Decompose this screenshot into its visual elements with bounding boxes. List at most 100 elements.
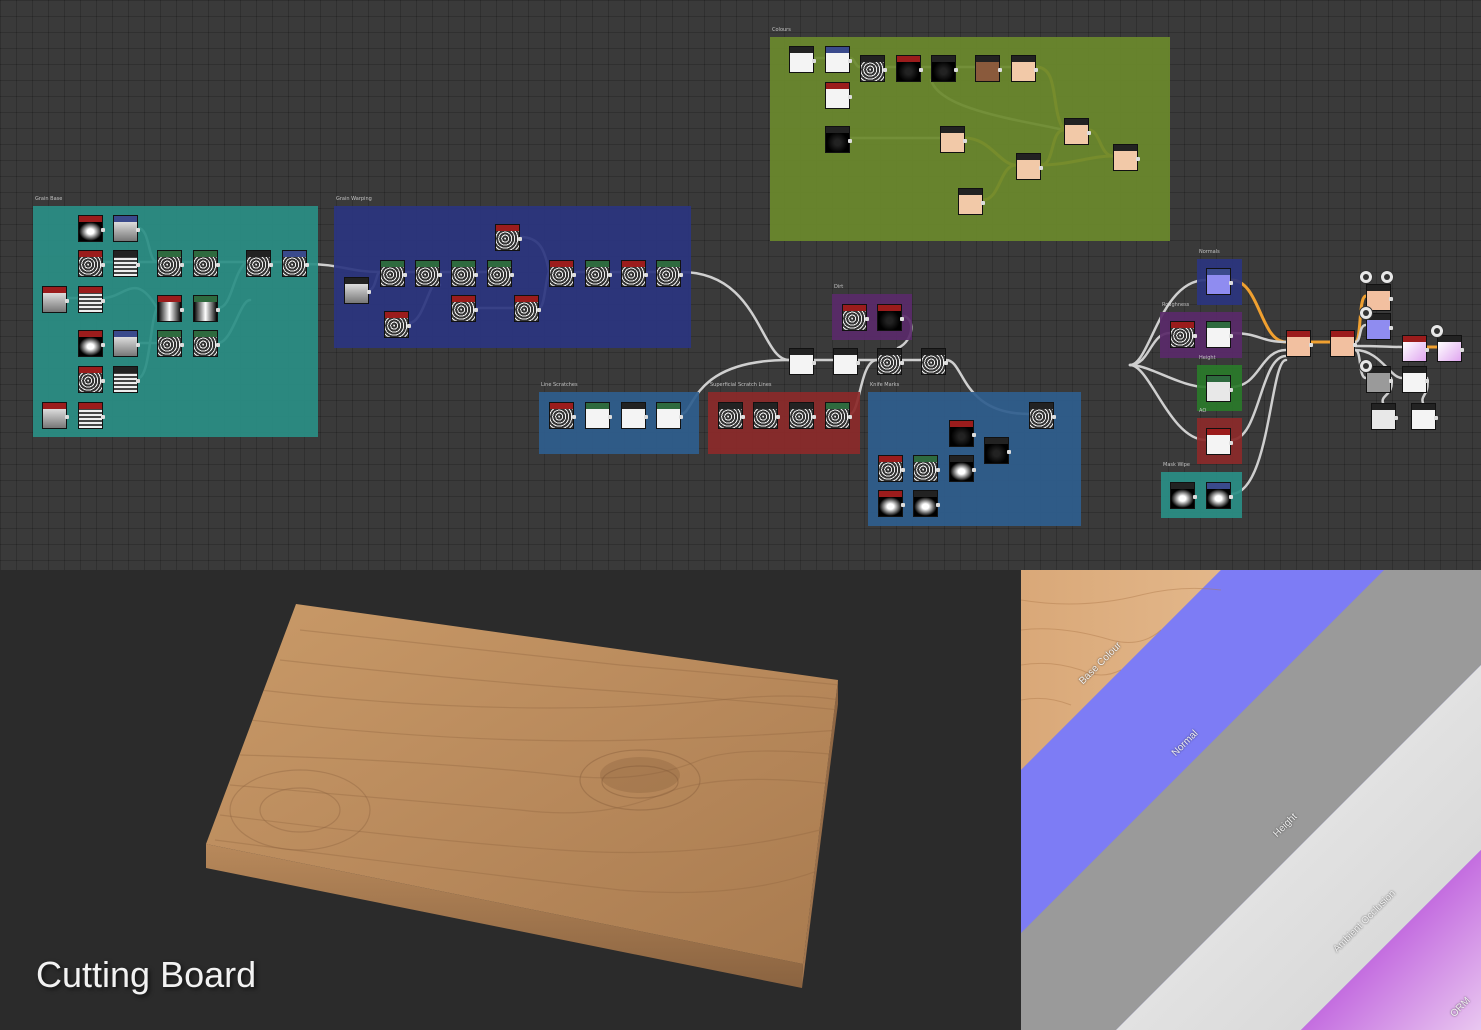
output-pin[interactable] — [608, 273, 612, 277]
graph-node[interactable] — [718, 402, 745, 429]
output-pin[interactable] — [180, 263, 184, 267]
graph-node[interactable] — [877, 348, 904, 375]
output-pin[interactable] — [901, 503, 905, 507]
graph-node[interactable] — [549, 260, 576, 287]
graph-node[interactable] — [487, 260, 514, 287]
output-pin[interactable] — [1039, 166, 1043, 170]
output-pin[interactable] — [848, 139, 852, 143]
output-pin[interactable] — [101, 299, 105, 303]
graph-node[interactable] — [825, 402, 852, 429]
output-pin[interactable] — [1425, 348, 1429, 352]
output-pin[interactable] — [474, 308, 478, 312]
graph-node[interactable] — [789, 402, 816, 429]
output-pin[interactable] — [572, 273, 576, 277]
output-pin[interactable] — [101, 263, 105, 267]
output-pin[interactable] — [403, 273, 407, 277]
output-marker-icon[interactable] — [1380, 270, 1394, 284]
output-pin[interactable] — [1229, 441, 1233, 445]
output-pin[interactable] — [1193, 495, 1197, 499]
output-pin[interactable] — [963, 139, 967, 143]
graph-node[interactable] — [193, 295, 220, 322]
output-pin[interactable] — [848, 415, 852, 419]
graph-node[interactable] — [157, 295, 184, 322]
output-pin[interactable] — [518, 237, 522, 241]
graph-node[interactable] — [1170, 482, 1197, 509]
graph-node[interactable] — [113, 366, 140, 393]
graph-node[interactable] — [1286, 330, 1313, 357]
graph-node[interactable] — [984, 437, 1011, 464]
graph-node[interactable] — [896, 55, 923, 82]
output-pin[interactable] — [269, 263, 273, 267]
graph-node[interactable] — [921, 348, 948, 375]
output-pin[interactable] — [936, 468, 940, 472]
node-wire[interactable] — [1128, 363, 1208, 389]
output-pin[interactable] — [1229, 388, 1233, 392]
output-pin[interactable] — [572, 415, 576, 419]
graph-node[interactable] — [1011, 55, 1038, 82]
output-pin[interactable] — [919, 68, 923, 72]
output-pin[interactable] — [972, 433, 976, 437]
graph-node[interactable] — [514, 295, 541, 322]
output-pin[interactable] — [644, 415, 648, 419]
output-pin[interactable] — [812, 361, 816, 365]
graph-node[interactable] — [1064, 118, 1091, 145]
output-pin[interactable] — [981, 201, 985, 205]
output-pin[interactable] — [101, 415, 105, 419]
output-marker-icon[interactable] — [1359, 359, 1373, 373]
graph-node[interactable] — [878, 455, 905, 482]
node-wire[interactable] — [1353, 344, 1404, 349]
graph-node[interactable] — [451, 260, 478, 287]
graph-node[interactable] — [1437, 335, 1464, 362]
output-pin[interactable] — [65, 415, 69, 419]
output-pin[interactable] — [136, 343, 140, 347]
output-pin[interactable] — [856, 361, 860, 365]
graph-node[interactable] — [78, 366, 105, 393]
output-pin[interactable] — [101, 379, 105, 383]
output-pin[interactable] — [1309, 343, 1313, 347]
output-pin[interactable] — [438, 273, 442, 277]
graph-node[interactable] — [949, 455, 976, 482]
output-pin[interactable] — [180, 343, 184, 347]
output-pin[interactable] — [216, 263, 220, 267]
graph-node[interactable] — [1402, 366, 1429, 393]
output-pin[interactable] — [1353, 343, 1357, 347]
output-pin[interactable] — [101, 228, 105, 232]
graph-node[interactable] — [157, 250, 184, 277]
output-pin[interactable] — [972, 468, 976, 472]
output-pin[interactable] — [812, 59, 816, 63]
output-pin[interactable] — [216, 343, 220, 347]
output-pin[interactable] — [865, 317, 869, 321]
output-pin[interactable] — [65, 299, 69, 303]
graph-node[interactable] — [78, 330, 105, 357]
output-pin[interactable] — [1425, 379, 1429, 383]
output-pin[interactable] — [216, 308, 220, 312]
graph-node[interactable] — [78, 286, 105, 313]
graph-node[interactable] — [42, 286, 69, 313]
graph-node[interactable] — [913, 455, 940, 482]
graph-node[interactable] — [193, 250, 220, 277]
output-pin[interactable] — [136, 379, 140, 383]
graph-node[interactable] — [860, 55, 887, 82]
output-pin[interactable] — [998, 68, 1002, 72]
output-pin[interactable] — [679, 273, 683, 277]
graph-node[interactable] — [877, 304, 904, 331]
graph-node[interactable] — [825, 126, 852, 153]
graph-node[interactable] — [78, 215, 105, 242]
output-pin[interactable] — [101, 343, 105, 347]
output-pin[interactable] — [944, 361, 948, 365]
graph-node[interactable] — [585, 402, 612, 429]
graph-node[interactable] — [878, 490, 905, 517]
output-pin[interactable] — [367, 290, 371, 294]
graph-node[interactable] — [495, 224, 522, 251]
output-pin[interactable] — [1034, 68, 1038, 72]
graph-node[interactable] — [451, 295, 478, 322]
graph-node[interactable] — [380, 260, 407, 287]
output-pin[interactable] — [1229, 495, 1233, 499]
node-wire[interactable] — [679, 270, 791, 362]
output-pin[interactable] — [510, 273, 514, 277]
node-graph-canvas[interactable]: Grain Base Grain Warping Colours Dirt Line S… — [0, 0, 1481, 570]
output-pin[interactable] — [305, 263, 309, 267]
output-pin[interactable] — [812, 415, 816, 419]
output-pin[interactable] — [1389, 379, 1393, 383]
output-pin[interactable] — [936, 503, 940, 507]
